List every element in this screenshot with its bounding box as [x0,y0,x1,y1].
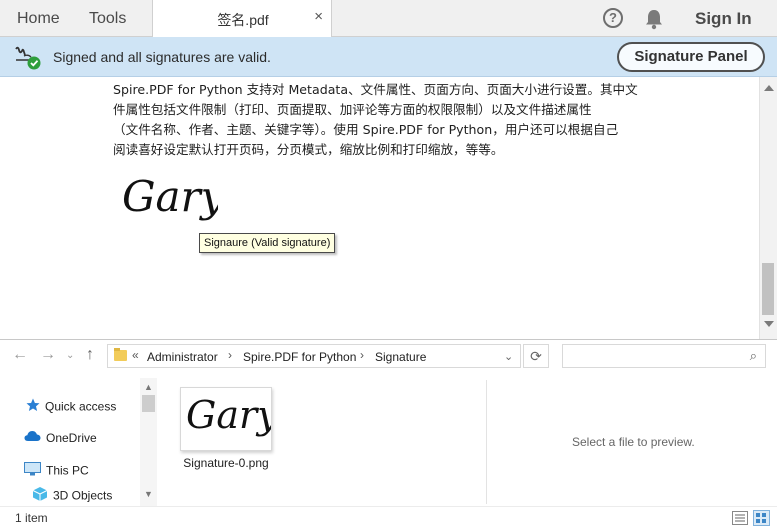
nav-item-onedrive[interactable]: OneDrive [24,430,97,450]
file-thumbnail: Gary [180,387,279,451]
preview-placeholder: Select a file to preview. [572,435,695,449]
breadcrumb-administrator[interactable]: Administrator [147,350,218,364]
scrollbar-thumb[interactable] [762,263,774,315]
scroll-down-arrow-icon[interactable]: ▼ [144,489,153,499]
sign-in-button[interactable]: Sign In [695,9,752,29]
bell-icon[interactable] [644,8,664,35]
details-view-icon[interactable] [732,511,748,525]
signature-image[interactable]: Gary [118,169,226,236]
forward-arrow-icon[interactable]: → [40,346,56,364]
signature-script: Gary [122,172,218,221]
scroll-up-arrow-icon[interactable]: ▲ [144,382,153,392]
signature-status-text: Signed and all signatures are valid. [53,49,271,65]
status-bar: 1 item [0,506,777,529]
navigation-pane: Quick access OneDrive This PC 3D Objects… [0,378,157,506]
cube-icon [32,486,48,505]
star-icon [26,398,40,415]
scroll-up-arrow-icon[interactable] [764,85,774,91]
address-dropdown-icon[interactable]: ⌄ [504,350,513,363]
nav-item-label: Quick access [45,399,117,414]
monitor-icon [24,462,41,479]
preview-pane-divider[interactable] [486,380,487,504]
signature-status-bar: Signed and all signatures are valid. Sig… [0,37,777,77]
file-name: Signature-0.png [183,456,269,470]
thumbnail-script: Gary [186,393,271,437]
paragraph-line: 阅读喜好设定默认打开页码，分页模式，缩放比例和打印缩放，等等。 [113,142,504,157]
close-icon[interactable]: × [314,8,323,25]
breadcrumb-separator: › [228,348,232,362]
nav-item-3d-objects[interactable]: 3D Objects [32,486,112,506]
search-icon: ⌕ [749,348,757,363]
signature-tooltip: Signaure (Valid signature) [199,233,336,253]
address-bar[interactable]: « Administrator › Spire.PDF for Python ›… [107,344,521,368]
cloud-icon [24,430,41,445]
tools-tab[interactable]: Tools [89,0,126,37]
breadcrumb-separator: › [360,348,364,362]
paragraph-line: 件属性包括文件限制（打印、页面提取、加评论等方面的权限限制）以及文件描述属性 [113,102,592,117]
file-explorer: ← → ⌄ ↑ « Administrator › Spire.PDF for … [0,340,777,529]
document-viewer[interactable]: Spire.PDF for Python 支持对 Metadata、文件属性、页… [0,77,777,340]
document-paragraph: Spire.PDF for Python 支持对 Metadata、文件属性、页… [113,80,648,160]
nav-item-label: 3D Objects [53,488,113,503]
nav-item-quick-access[interactable]: Quick access [26,398,116,418]
signature-valid-icon [14,45,42,76]
document-tab[interactable]: 签名.pdf × [152,0,332,38]
nav-item-label: OneDrive [46,430,97,445]
back-arrow-icon[interactable]: ← [12,346,28,364]
search-input[interactable]: ⌕ [562,344,766,368]
scrollbar-thumb[interactable] [142,395,155,412]
large-icons-view-icon[interactable] [753,510,770,526]
paragraph-line: Spire.PDF for Python 支持对 Metadata、文件属性、页… [113,82,638,97]
home-tab[interactable]: Home [17,0,60,37]
recent-locations-chevron-icon[interactable]: ⌄ [66,350,74,361]
breadcrumb-signature[interactable]: Signature [375,350,426,364]
nav-item-label: This PC [46,463,89,478]
signature-panel-button[interactable]: Signature Panel [617,42,765,72]
top-toolbar: Home Tools 签名.pdf × ? Sign In [0,0,777,38]
scroll-down-arrow-icon[interactable] [764,321,774,327]
paragraph-line: （文件名称、作者、主题、关键字等）。使用 Spire.PDF for Pytho… [113,122,619,137]
refresh-button[interactable]: ⟳ [523,344,549,368]
document-scrollbar[interactable] [759,77,777,339]
up-arrow-icon[interactable]: ↑ [86,346,94,364]
help-icon[interactable]: ? [603,8,623,28]
nav-item-this-pc[interactable]: This PC [24,462,89,482]
navigation-scrollbar[interactable]: ▲ ▼ [140,378,157,506]
item-count: 1 item [15,511,48,525]
folder-icon [114,348,127,361]
breadcrumb-spire-pdf[interactable]: Spire.PDF for Python [243,350,356,364]
file-item[interactable]: Gary Signature-0.png [179,387,279,470]
document-tab-title: 签名.pdf [217,12,269,28]
address-overflow[interactable]: « [132,348,139,362]
